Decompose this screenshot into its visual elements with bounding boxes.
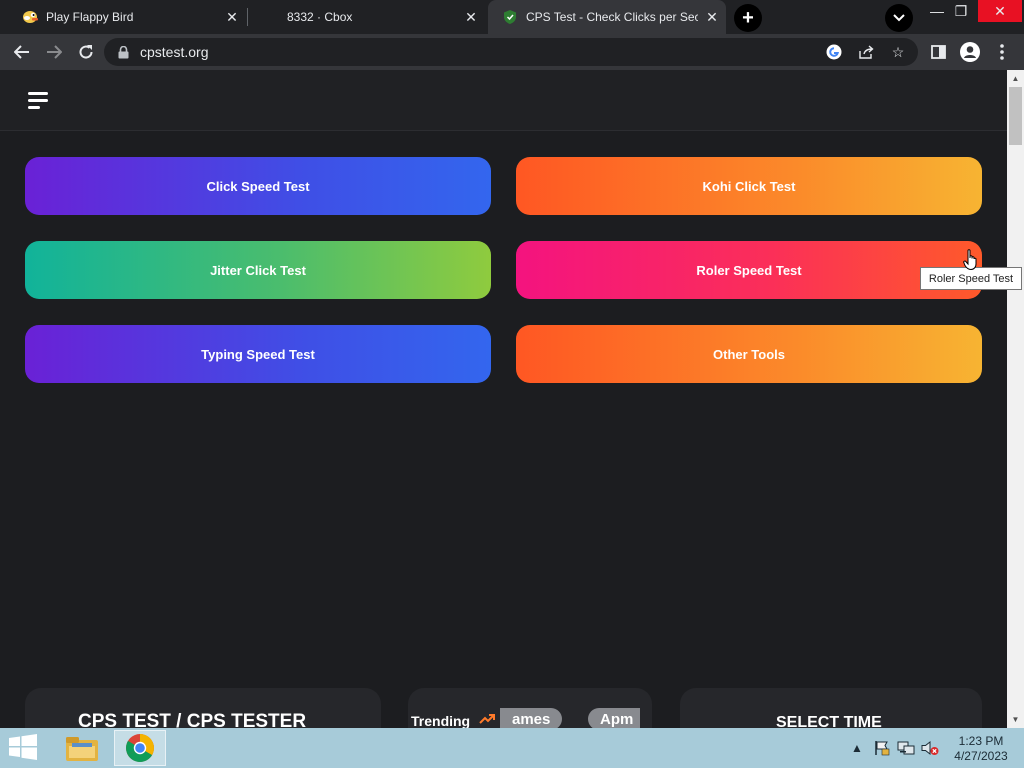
back-button[interactable] xyxy=(10,40,34,64)
arrow-left-icon xyxy=(14,45,29,59)
google-icon[interactable] xyxy=(822,38,846,66)
tab-title: 8332 · Cbox xyxy=(287,10,353,24)
browser-tab-strip: Play Flappy Bird ✕ 8332 · Cbox ✕ CPS Tes… xyxy=(0,0,1024,34)
profile-icon xyxy=(960,42,980,62)
clock-time: 1:23 PM xyxy=(958,734,1004,748)
close-icon[interactable]: ✕ xyxy=(457,9,485,26)
windows-taskbar: ▲ 1:23 PM 4/27/2023 xyxy=(0,728,1024,768)
shield-icon xyxy=(502,9,518,25)
browser-toolbar: cpstest.org ☆ xyxy=(0,34,1024,70)
other-tools-button[interactable]: Other Tools xyxy=(516,325,982,383)
tab-title: CPS Test - Check Clicks per Second xyxy=(526,10,698,24)
tab-separator xyxy=(247,8,248,26)
reload-button[interactable] xyxy=(74,40,98,64)
roler-speed-test-button[interactable]: Roler Speed Test xyxy=(516,241,982,299)
lock-icon[interactable] xyxy=(118,45,130,59)
side-panel-icon xyxy=(930,45,946,59)
file-explorer-icon[interactable] xyxy=(56,730,108,766)
close-window-button[interactable]: ✕ xyxy=(978,0,1022,22)
close-icon[interactable]: ✕ xyxy=(218,9,246,26)
trending-pill[interactable]: ames xyxy=(500,708,563,728)
chevron-down-icon xyxy=(893,14,905,22)
tab-flappy-bird[interactable]: Play Flappy Bird ✕ xyxy=(8,0,246,34)
reload-icon xyxy=(79,45,93,59)
menu-button[interactable] xyxy=(990,40,1014,64)
tab-cps-test[interactable]: CPS Test - Check Clicks per Second ✕ xyxy=(488,0,726,34)
kohi-click-test-button[interactable]: Kohi Click Test xyxy=(516,157,982,215)
url-text: cpstest.org xyxy=(140,44,209,60)
page-content: Click Speed Test Kohi Click Test Jitter … xyxy=(0,70,1007,728)
hand-cursor-icon xyxy=(963,249,977,271)
scrollbar-thumb[interactable] xyxy=(1009,87,1022,145)
tab-title: Play Flappy Bird xyxy=(46,10,134,24)
trending-label: Trending xyxy=(411,713,471,728)
trending-up-icon xyxy=(479,714,495,724)
profile-button[interactable] xyxy=(958,40,982,64)
site-header xyxy=(0,70,1007,131)
select-time-heading: SELECT TIME xyxy=(776,714,882,728)
scroll-down-icon[interactable]: ▼ xyxy=(1007,711,1024,728)
hamburger-menu-icon[interactable] xyxy=(28,92,50,110)
taskbar-clock[interactable]: 1:23 PM 4/27/2023 xyxy=(948,734,1014,764)
side-panel-button[interactable] xyxy=(926,40,950,64)
new-tab-button[interactable]: + xyxy=(734,4,762,32)
forward-button[interactable] xyxy=(42,40,66,64)
blank-favicon xyxy=(263,9,279,25)
arrow-right-icon xyxy=(47,45,62,59)
restore-button[interactable]: ❐ xyxy=(944,0,978,22)
click-speed-test-button[interactable]: Click Speed Test xyxy=(25,157,491,215)
windows-start-icon[interactable] xyxy=(8,734,40,762)
page-scrollbar[interactable]: ▲ ▼ xyxy=(1007,70,1024,728)
action-center-flag-icon[interactable] xyxy=(872,728,892,768)
star-icon[interactable]: ☆ xyxy=(886,38,910,66)
jitter-click-test-button[interactable]: Jitter Click Test xyxy=(25,241,491,299)
tab-search-button[interactable] xyxy=(885,4,913,32)
tab-cbox[interactable]: 8332 · Cbox ✕ xyxy=(249,0,485,34)
trending-pill[interactable]: Apm xyxy=(588,708,640,728)
close-icon[interactable]: ✕ xyxy=(698,9,726,26)
typing-speed-test-button[interactable]: Typing Speed Test xyxy=(25,325,491,383)
scroll-up-icon[interactable]: ▲ xyxy=(1007,70,1024,87)
clock-date: 4/27/2023 xyxy=(954,749,1008,763)
show-hidden-icons-button[interactable]: ▲ xyxy=(848,728,866,768)
address-bar[interactable]: cpstest.org ☆ xyxy=(104,38,918,66)
chrome-taskbar-icon[interactable] xyxy=(114,730,166,766)
share-icon[interactable] xyxy=(854,38,878,66)
cps-test-heading: CPS TEST / CPS TESTER xyxy=(78,711,307,728)
flappy-bird-icon xyxy=(22,9,38,25)
network-icon[interactable] xyxy=(896,728,916,768)
kebab-menu-icon xyxy=(1000,44,1004,60)
volume-muted-icon[interactable] xyxy=(920,728,940,768)
